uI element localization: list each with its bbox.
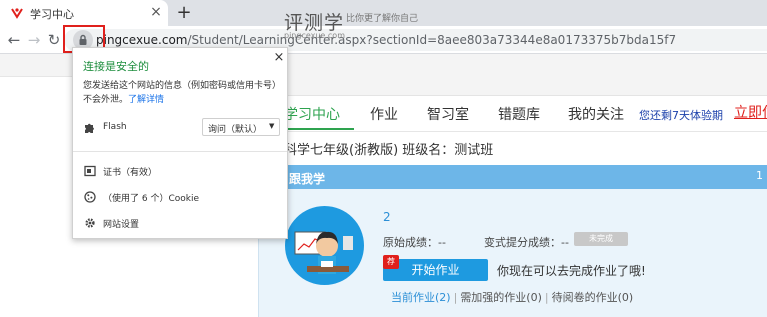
panel-page-marker: 1: [756, 169, 763, 182]
reload-icon[interactable]: ↻: [44, 30, 64, 50]
tab-separator: |: [453, 291, 458, 304]
student-illustration-icon: [294, 231, 353, 274]
learn-more-link[interactable]: 了解详情: [128, 95, 164, 105]
site-info-popup: 连接是安全的 × 您发送给这个网站的信息（例如密码或信用卡号）不会外泄。了解详情…: [72, 47, 288, 239]
recommend-flag: 荐: [383, 255, 399, 269]
tab-close-icon[interactable]: ×: [148, 4, 164, 20]
certificate-status: （有效）: [121, 168, 158, 178]
popup-divider: [73, 151, 287, 152]
tab-current-homework[interactable]: 当前作业(2): [391, 289, 451, 305]
connection-description: 您发送给这个网站的信息（例如密码或信用卡号）不会外泄。了解详情: [83, 79, 281, 107]
nav-study-room[interactable]: 智习室: [427, 104, 469, 124]
flash-permission-value: 询问（默认）: [208, 125, 263, 135]
address-url: pingcexue.com/Student/LearningCenter.asp…: [96, 33, 676, 47]
student-avatar: [285, 206, 364, 285]
gear-icon: [85, 218, 95, 228]
raw-score-text: 原始成绩：--: [383, 236, 446, 249]
connection-description-text: 您发送给这个网站的信息（例如密码或信用卡号）不会外泄。: [83, 81, 282, 105]
nav-active-underline: [284, 128, 354, 130]
site-slogan: 比你更了解你自己: [346, 14, 419, 24]
trial-remaining-text[interactable]: 您还剩7天体验期: [639, 107, 723, 123]
panel-title: 跟我学: [289, 172, 326, 186]
certificate-label: 证书: [103, 168, 122, 178]
puzzle-icon: [85, 123, 94, 133]
forward-arrow-icon[interactable]: →: [24, 30, 44, 50]
homework-number-link[interactable]: 2: [383, 210, 391, 224]
connection-secure-title: 连接是安全的: [83, 60, 149, 73]
nav-my-follows[interactable]: 我的关注: [568, 104, 624, 124]
certificate-row[interactable]: 证书（有效）: [103, 165, 157, 178]
homework-tip-text: 你现在可以去完成作业了哦!: [497, 264, 646, 278]
cookie-row[interactable]: （使用了 6 个）Cookie: [103, 191, 199, 204]
status-badge: 未完成: [574, 232, 628, 246]
homework-tabs: 当前作业(2) | 需加强的作业(0) | 待阅卷的作业(0): [391, 289, 633, 305]
nav-homework[interactable]: 作业: [370, 104, 398, 124]
improve-score-text: 变式提分成绩：--: [484, 236, 569, 249]
nav-learning-center[interactable]: 学习中心: [284, 104, 340, 124]
back-arrow-icon[interactable]: ←: [4, 30, 24, 50]
tab-needs-improvement[interactable]: 需加强的作业(0): [460, 289, 542, 305]
site-settings-row[interactable]: 网站设置: [103, 217, 139, 230]
buy-now-link[interactable]: 立即付: [734, 102, 767, 122]
popup-close-icon[interactable]: ×: [273, 51, 285, 65]
url-host: pingcexue.com: [96, 33, 188, 47]
browser-tab-active[interactable]: 学习中心 ×: [0, 0, 168, 26]
chevron-down-icon: ▼: [269, 122, 275, 130]
tab-pending-review[interactable]: 待阅卷的作业(0): [552, 289, 634, 305]
class-info-text: 科学七年级(浙教版) 班级名：测试班: [284, 143, 494, 158]
site-logo-domain: pingcexue.com: [284, 31, 345, 40]
tab-title: 学习中心: [30, 8, 74, 21]
certificate-icon: [84, 165, 96, 177]
new-tab-button[interactable]: +: [174, 3, 194, 23]
tab-separator: |: [544, 291, 549, 304]
nav-mistake-bank[interactable]: 错题库: [498, 104, 540, 124]
site-favicon-icon: [11, 8, 23, 19]
url-path: /Student/LearningCenter.aspx?sectionId=8…: [187, 33, 677, 47]
flash-label: Flash: [103, 122, 127, 132]
cookie-icon: [84, 191, 96, 203]
